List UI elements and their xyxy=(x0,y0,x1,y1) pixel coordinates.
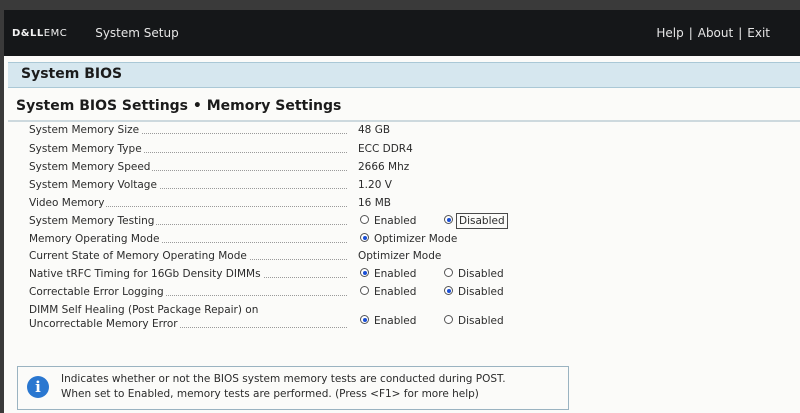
option-label: Disabled xyxy=(458,268,504,280)
radio-disabled[interactable]: Disabled xyxy=(444,268,504,281)
label-text: DIMM Self Healing (Post Package Repair) … xyxy=(29,304,261,316)
option-label: Disabled xyxy=(458,286,504,298)
label-text: Video Memory xyxy=(29,197,107,209)
option-label: Optimizer Mode xyxy=(374,233,458,245)
help-panel: i Indicates whether or not the BIOS syst… xyxy=(17,366,569,410)
label-text: System Memory Testing xyxy=(29,215,157,227)
setting-label: Native tRFC Timing for 16Gb Density DIMM… xyxy=(29,268,347,281)
radio-icon xyxy=(360,215,369,224)
radio-disabled[interactable]: Disabled xyxy=(444,286,504,299)
setting-label: System Memory Voltage xyxy=(29,179,347,192)
help-line: When set to Enabled, memory tests are pe… xyxy=(61,388,479,400)
setting-label: Video Memory xyxy=(29,197,347,210)
setting-label: System Memory Type xyxy=(29,143,347,156)
option-label: Enabled xyxy=(374,286,417,298)
setting-value: 16 MB xyxy=(358,197,391,209)
radio-enabled[interactable]: Enabled xyxy=(360,268,416,281)
setting-label: Correctable Error Logging xyxy=(29,286,347,299)
radio-enabled[interactable]: Enabled xyxy=(360,315,416,328)
settings-list: System Memory Size 48 GB System Memory T… xyxy=(4,10,800,413)
radio-enabled[interactable]: Enabled xyxy=(360,215,416,228)
setting-value: 1.20 V xyxy=(358,179,392,191)
label-text: Native tRFC Timing for 16Gb Density DIMM… xyxy=(29,268,263,280)
option-label: Enabled xyxy=(374,215,417,227)
setting-value: 48 GB xyxy=(358,124,391,136)
setting-label: System Memory Speed xyxy=(29,161,347,174)
radio-icon xyxy=(444,315,453,324)
setting-label: System Memory Testing xyxy=(29,215,347,228)
setting-label: Current State of Memory Operating Mode xyxy=(29,250,347,263)
setting-label: Memory Operating Mode xyxy=(29,233,347,246)
radio-selected-icon xyxy=(444,286,453,295)
label-text: Uncorrectable Memory Error xyxy=(29,318,180,330)
radio-selected-icon xyxy=(444,215,453,224)
radio-optimizer-mode[interactable]: Optimizer Mode xyxy=(360,233,457,246)
radio-icon xyxy=(360,286,369,295)
radio-selected-icon xyxy=(360,233,369,242)
radio-selected-icon xyxy=(360,268,369,277)
option-label: Disabled xyxy=(456,213,508,229)
radio-icon xyxy=(444,268,453,277)
help-text: Indicates whether or not the BIOS system… xyxy=(61,372,506,402)
label-text: System Memory Type xyxy=(29,143,144,155)
option-label: Enabled xyxy=(374,315,417,327)
setting-value: 2666 Mhz xyxy=(358,161,410,173)
setting-label: System Memory Size xyxy=(29,124,347,137)
label-text: System Memory Size xyxy=(29,124,142,136)
label-text: System Memory Speed xyxy=(29,161,153,173)
setting-label-line2: Uncorrectable Memory Error xyxy=(29,318,347,331)
info-icon: i xyxy=(27,376,49,398)
label-text: Current State of Memory Operating Mode xyxy=(29,250,249,262)
option-label: Enabled xyxy=(374,268,417,280)
radio-disabled[interactable]: Disabled xyxy=(444,315,504,328)
setting-value: Optimizer Mode xyxy=(358,250,442,262)
option-label: Disabled xyxy=(458,315,504,327)
radio-enabled[interactable]: Enabled xyxy=(360,286,416,299)
label-text: Correctable Error Logging xyxy=(29,286,166,298)
radio-selected-icon xyxy=(360,315,369,324)
setting-value: ECC DDR4 xyxy=(358,143,413,155)
help-line: Indicates whether or not the BIOS system… xyxy=(61,373,506,385)
bios-window: D&LLEMC System Setup Help | About | Exit… xyxy=(4,10,800,413)
label-text: Memory Operating Mode xyxy=(29,233,162,245)
label-text: System Memory Voltage xyxy=(29,179,159,191)
setting-label-line1: DIMM Self Healing (Post Package Repair) … xyxy=(29,304,347,317)
radio-disabled[interactable]: Disabled xyxy=(444,213,508,229)
